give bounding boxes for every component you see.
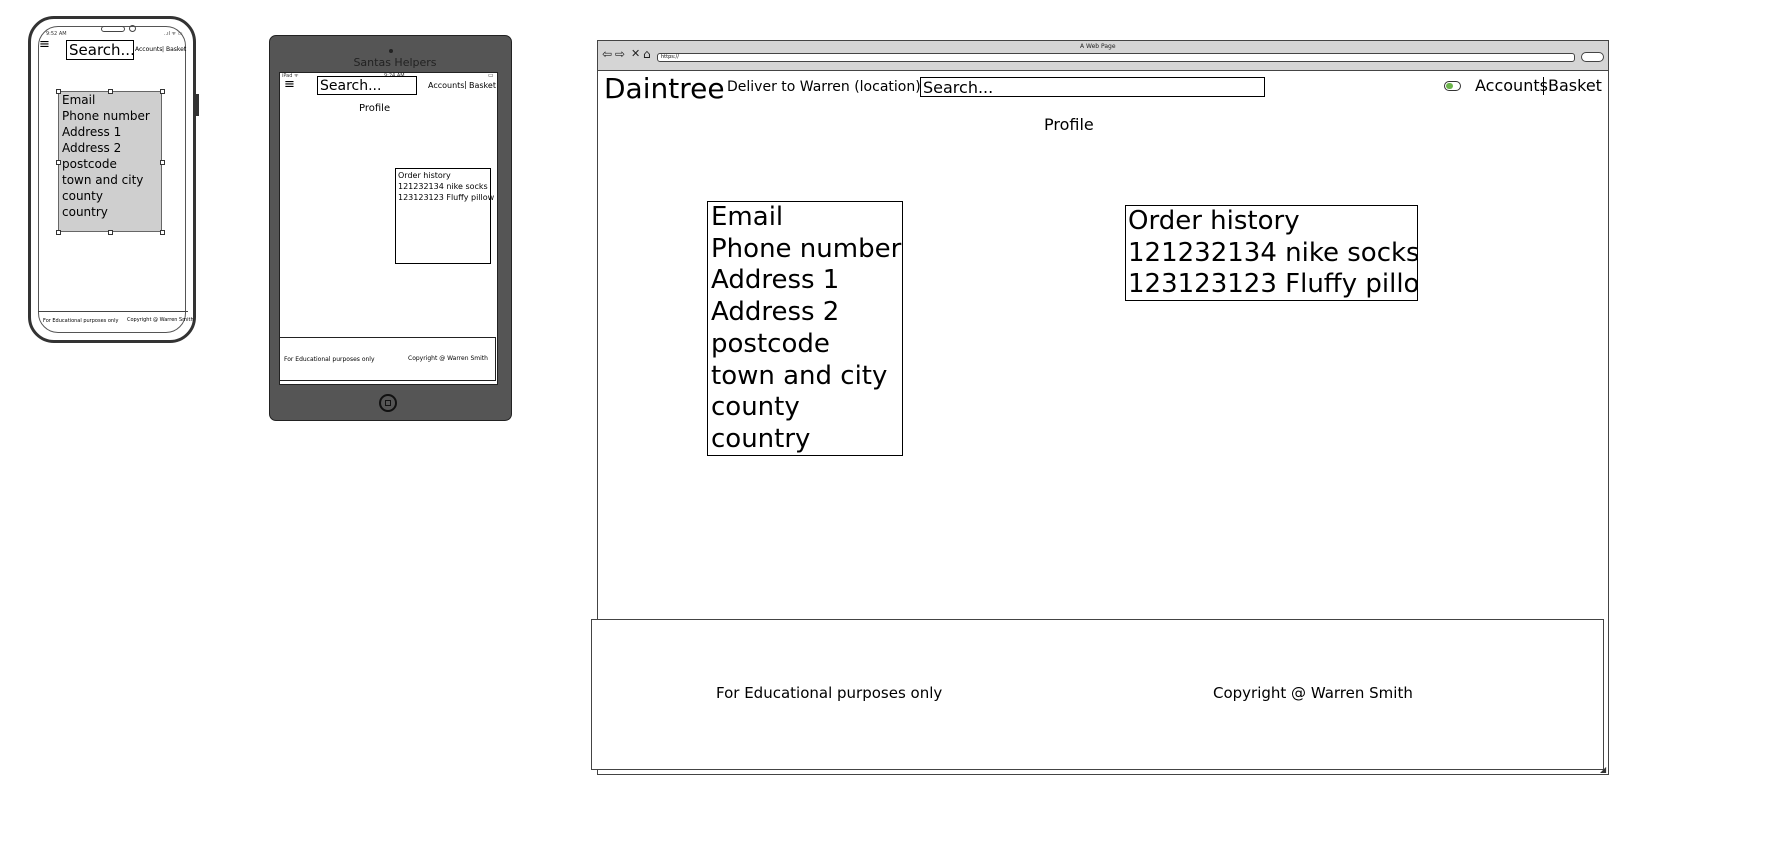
phone-footer-edu: For Educational purposes only — [43, 318, 119, 324]
order-history-heading: Order history — [398, 171, 451, 180]
site-search-input[interactable]: Search... — [920, 77, 1265, 97]
detail-email: Email — [62, 93, 96, 107]
tablet-footer-edu: For Educational purposes only — [284, 356, 375, 363]
phone-link-separator: | — [162, 46, 165, 53]
site-logo[interactable]: Daintree — [604, 72, 725, 106]
selection-handle[interactable] — [160, 160, 165, 165]
detail-address1: Address 1 — [711, 265, 840, 296]
selection-handle[interactable] — [160, 89, 165, 94]
tablet-basket-link[interactable]: Basket — [469, 81, 496, 90]
header-link-separator — [1543, 77, 1544, 95]
detail-postcode: postcode — [711, 328, 830, 359]
detail-address2: Address 2 — [711, 297, 840, 328]
home-icon[interactable]: ⌂ — [643, 48, 651, 60]
tablet-search-input[interactable]: Search... — [317, 76, 417, 95]
phone-camera — [129, 25, 136, 32]
selection-handle[interactable] — [108, 230, 113, 235]
detail-town: town and city — [711, 360, 888, 391]
detail-county: county — [711, 392, 800, 423]
tablet-status-battery: ▭ — [488, 72, 494, 79]
footer-edu-notice: For Educational purposes only — [716, 684, 943, 702]
detail-county: county — [62, 189, 103, 203]
detail-country: country — [62, 205, 108, 219]
profile-link[interactable]: Profile — [1044, 115, 1094, 134]
detail-phone: Phone number — [62, 109, 150, 123]
phone-status-icons: ..ıl ᯤ ▭ — [164, 31, 183, 37]
phone-speaker — [101, 26, 125, 32]
phone-accounts-link[interactable]: Accounts — [135, 46, 162, 53]
detail-address1: Address 1 — [62, 125, 122, 139]
phone-search-input[interactable]: Search... — [66, 40, 135, 60]
back-arrow-icon[interactable]: ⇦ — [602, 48, 612, 60]
detail-town: town and city — [62, 173, 144, 187]
phone-footer-divider — [38, 311, 188, 312]
order-item[interactable]: 123123123 Fluffy pillow — [398, 192, 494, 203]
selection-handle[interactable] — [108, 89, 113, 94]
resize-grip-icon[interactable]: ◢ — [1600, 765, 1609, 774]
account-details-panel: Email Phone number Address 1 Address 2 p… — [707, 201, 903, 456]
forward-arrow-icon[interactable]: ⇨ — [615, 48, 625, 60]
browser-window-title: A Web Page — [1080, 43, 1116, 50]
selection-handle[interactable] — [160, 230, 165, 235]
phone-account-details: Email Phone number Address 1 Address 2 p… — [58, 91, 162, 232]
detail-email: Email — [711, 202, 784, 232]
basket-link[interactable]: Basket — [1548, 76, 1602, 95]
tablet-profile-label[interactable]: Profile — [359, 103, 390, 114]
close-x-icon[interactable]: ✕ — [631, 48, 640, 60]
toggle-knob — [1446, 83, 1453, 89]
order-history-heading: Order history — [1128, 206, 1300, 236]
selection-handle[interactable] — [56, 89, 61, 94]
detail-country: country — [711, 423, 811, 454]
phone-side-button — [196, 94, 199, 116]
hamburger-icon[interactable]: ≡ — [284, 78, 295, 91]
deliver-location-link[interactable]: Deliver to Warren (location) — [727, 79, 921, 95]
tablet-camera — [389, 49, 393, 53]
tablet-footer-copyright: Copyright @ Warren Smith — [408, 355, 488, 362]
home-square-icon — [385, 400, 391, 406]
selection-handle[interactable] — [56, 160, 61, 165]
tablet-order-history: Order history 121232134 nike socks 12312… — [395, 168, 494, 264]
browser-url-bar[interactable]: https:// — [657, 53, 1575, 62]
hamburger-icon[interactable]: ≡ — [39, 38, 50, 51]
detail-phone: Phone number — [711, 233, 902, 264]
order-item[interactable]: 121232134 nike socks — [1128, 238, 1417, 270]
phone-basket-link[interactable]: Basket — [166, 46, 186, 53]
tablet-accounts-link[interactable]: Accounts — [428, 81, 464, 90]
tablet-title: Santas Helpers — [353, 56, 437, 69]
selection-handle[interactable] — [56, 230, 61, 235]
phone-footer-copyright: Copyright @ Warren Smith — [127, 317, 194, 323]
footer-copyright: Copyright @ Warren Smith — [1213, 684, 1413, 702]
accounts-link[interactable]: Accounts — [1475, 76, 1548, 95]
detail-address2: Address 2 — [62, 141, 122, 155]
order-history-panel: Order history 121232134 nike socks 12312… — [1125, 205, 1418, 301]
order-item[interactable]: 121232134 nike socks — [398, 181, 488, 192]
tablet-link-separator: | — [464, 80, 467, 89]
detail-postcode: postcode — [62, 157, 117, 171]
browser-search-pill[interactable] — [1581, 52, 1604, 62]
order-item[interactable]: 123123123 Fluffy pillow — [1128, 269, 1417, 300]
